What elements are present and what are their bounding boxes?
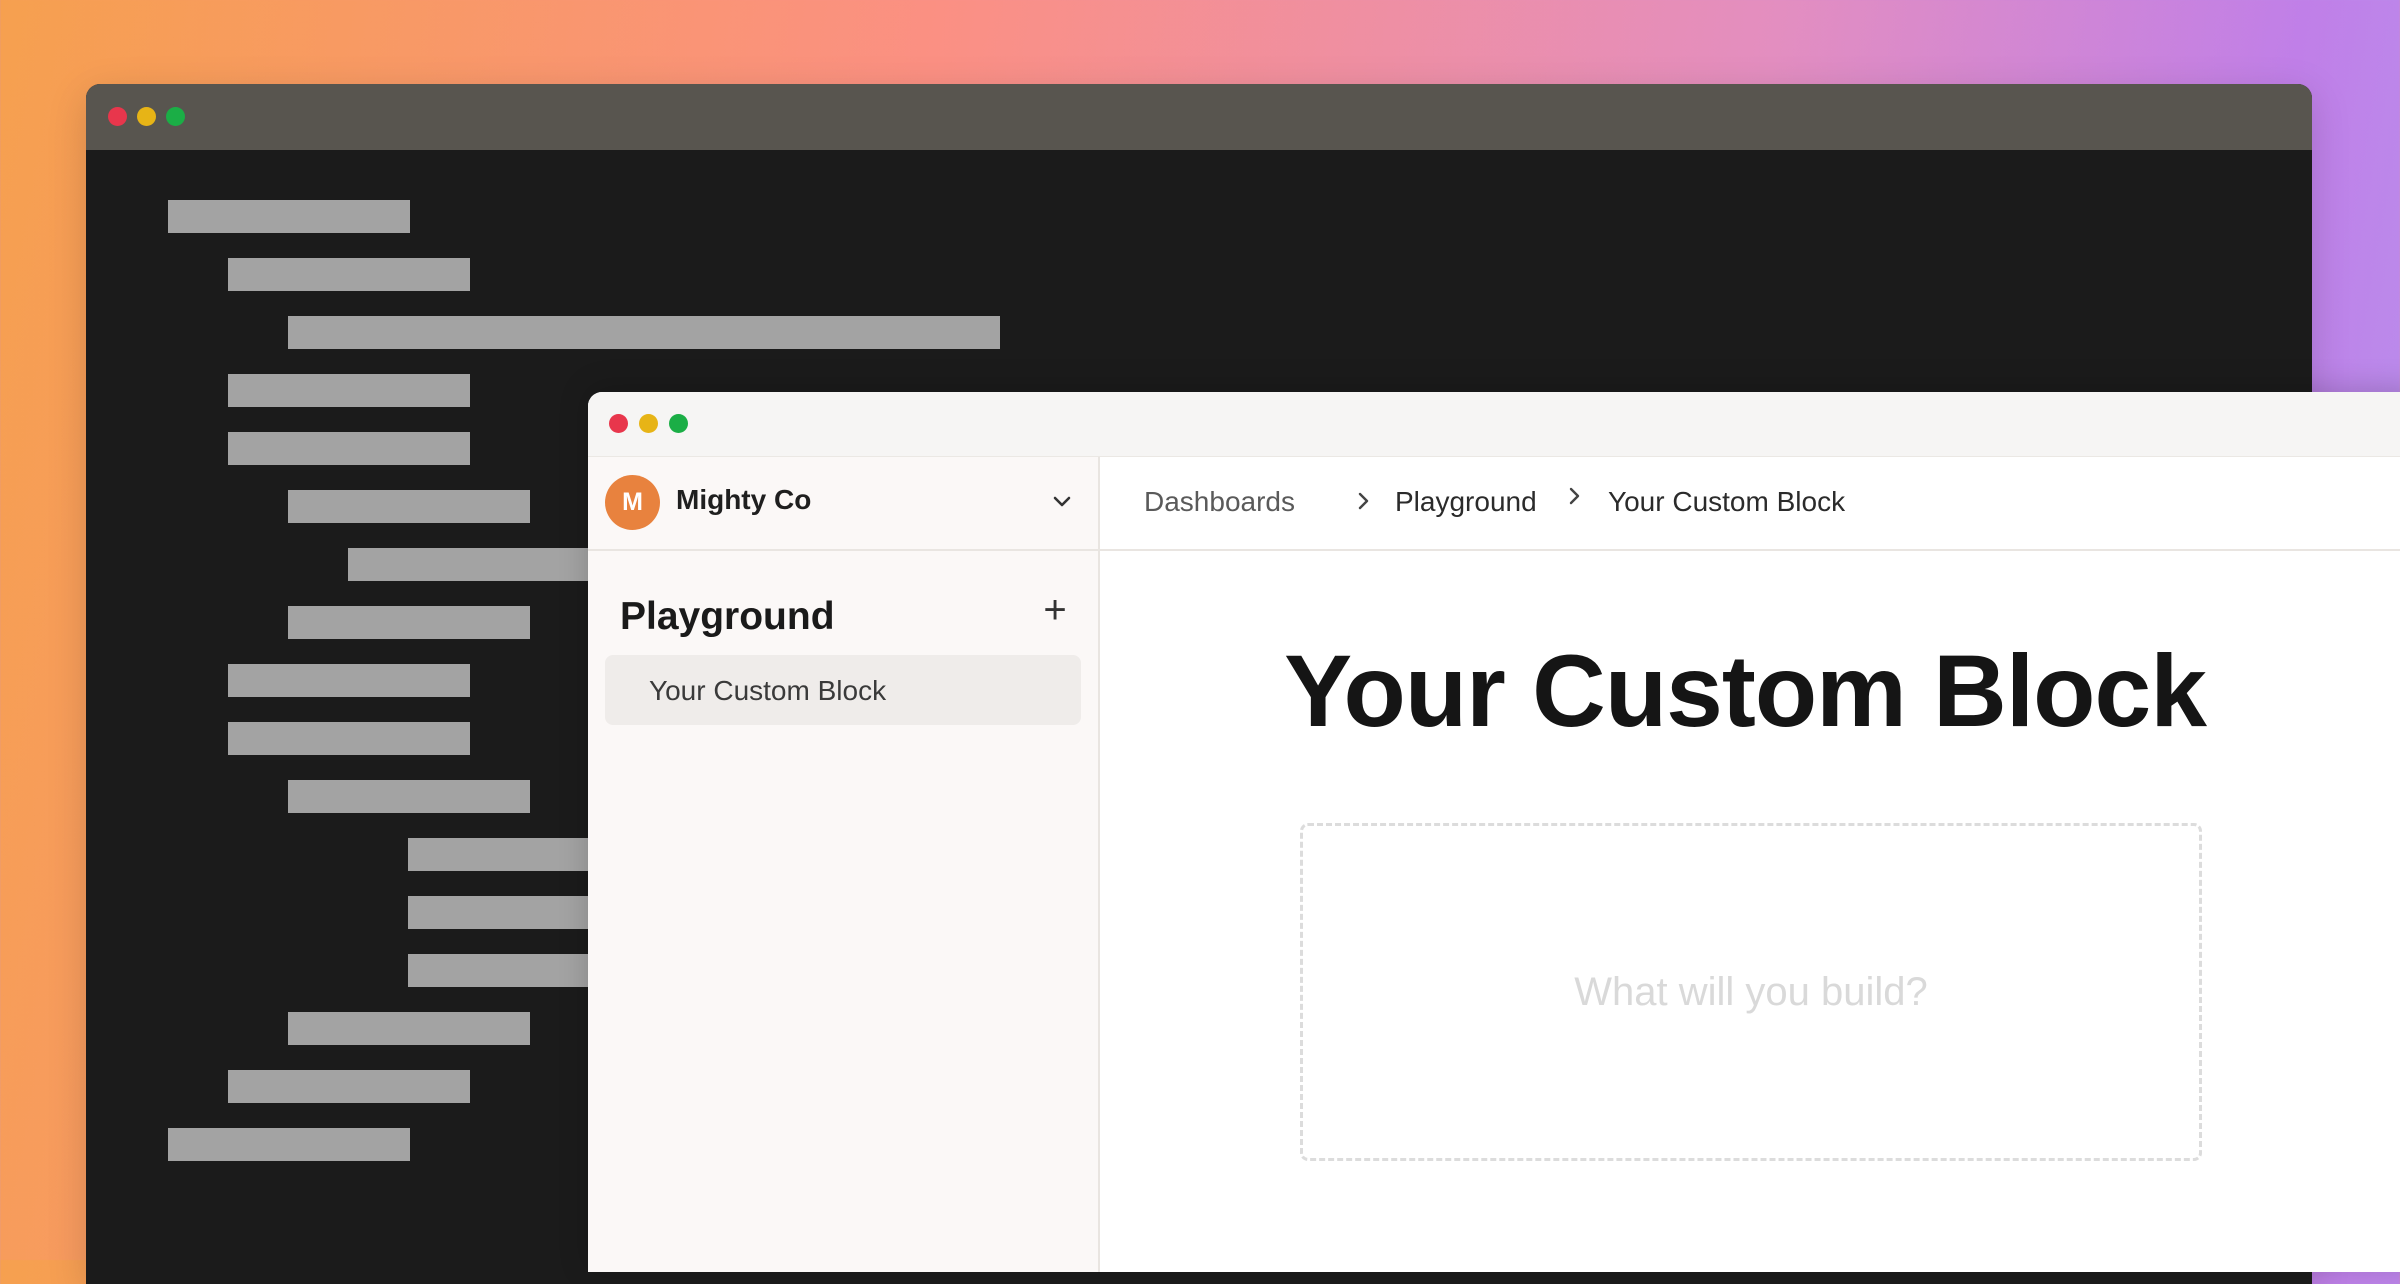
minimize-button[interactable]: [137, 107, 156, 126]
dropzone-placeholder: What will you build?: [1574, 969, 1928, 1014]
code-line: [288, 316, 1000, 349]
maximize-button[interactable]: [166, 107, 185, 126]
close-button[interactable]: [609, 414, 628, 433]
chevron-right-icon: [1358, 492, 1369, 510]
code-line: [288, 780, 530, 813]
maximize-button[interactable]: [669, 414, 688, 433]
code-line: [288, 606, 530, 639]
avatar[interactable]: M: [605, 475, 660, 530]
app-window: M Mighty Co Playground + Your Custom Blo…: [588, 392, 2400, 1272]
breadcrumb-dashboards[interactable]: Dashboards: [1144, 486, 1295, 518]
add-block-button[interactable]: +: [1032, 587, 1078, 633]
code-line: [168, 200, 410, 233]
main-content: Dashboards Playground Your Custom Block …: [1100, 457, 2400, 1272]
code-line: [228, 432, 470, 465]
sidebar-item-your-custom-block[interactable]: Your Custom Block: [605, 655, 1081, 725]
chevron-down-icon[interactable]: [1050, 489, 1074, 513]
workspace-switcher[interactable]: M Mighty Co: [588, 457, 1098, 551]
page-title: Your Custom Block: [1284, 634, 2207, 748]
block-dropzone[interactable]: What will you build?: [1300, 823, 2202, 1161]
code-line: [228, 258, 470, 291]
code-line: [228, 664, 470, 697]
sidebar: M Mighty Co Playground + Your Custom Blo…: [588, 457, 1100, 1272]
close-button[interactable]: [108, 107, 127, 126]
editor-titlebar: [86, 84, 2312, 150]
plus-icon: +: [1043, 587, 1067, 632]
sidebar-item-label: Your Custom Block: [649, 675, 887, 706]
breadcrumb-playground[interactable]: Playground: [1395, 486, 1537, 518]
minimize-button[interactable]: [639, 414, 658, 433]
code-line: [228, 1070, 470, 1103]
code-line: [168, 1128, 410, 1161]
code-line: [228, 374, 470, 407]
chevron-right-icon: [1569, 487, 1580, 505]
app-titlebar: [588, 392, 2400, 457]
sidebar-heading: Playground: [620, 595, 835, 638]
code-line: [288, 1012, 530, 1045]
code-line: [228, 722, 470, 755]
breadcrumb: Dashboards Playground Your Custom Block: [1100, 457, 2400, 551]
code-line: [288, 490, 530, 523]
breadcrumb-current: Your Custom Block: [1608, 486, 1846, 517]
workspace-name[interactable]: Mighty Co: [676, 484, 811, 516]
